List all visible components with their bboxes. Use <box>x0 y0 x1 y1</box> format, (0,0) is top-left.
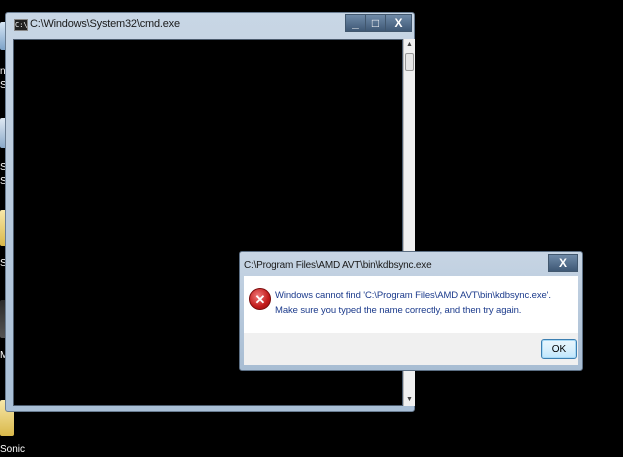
minimize-button[interactable]: _ <box>345 14 366 32</box>
cmd-window-title: C:\Windows\System32\cmd.exe <box>30 18 180 30</box>
close-button[interactable]: X <box>385 14 412 32</box>
error-message: Windows cannot find 'C:\Program Files\AM… <box>275 290 551 316</box>
error-dialog: C:\Program Files\AMD AVT\bin\kdbsync.exe… <box>239 251 583 371</box>
scroll-down-arrow-icon[interactable]: ▼ <box>404 394 415 406</box>
scroll-up-arrow-icon[interactable]: ▲ <box>404 39 415 51</box>
cmd-app-icon: C:\ <box>14 19 28 31</box>
desktop-label-sonic: Sonic <box>0 444 26 455</box>
ok-button[interactable]: OK <box>541 339 577 359</box>
cmd-titlebar[interactable]: C:\ C:\Windows\System32\cmd.exe _ □ X <box>6 13 414 37</box>
maximize-button[interactable]: □ <box>365 14 386 32</box>
dialog-body: ✕ Windows cannot find 'C:\Program Files\… <box>244 276 578 365</box>
scroll-thumb[interactable] <box>405 53 414 71</box>
dialog-close-button[interactable]: X <box>548 254 578 272</box>
error-icon: ✕ <box>249 288 271 310</box>
dialog-title: C:\Program Files\AMD AVT\bin\kdbsync.exe <box>244 260 432 271</box>
dialog-message-panel: ✕ Windows cannot find 'C:\Program Files\… <box>244 276 578 333</box>
